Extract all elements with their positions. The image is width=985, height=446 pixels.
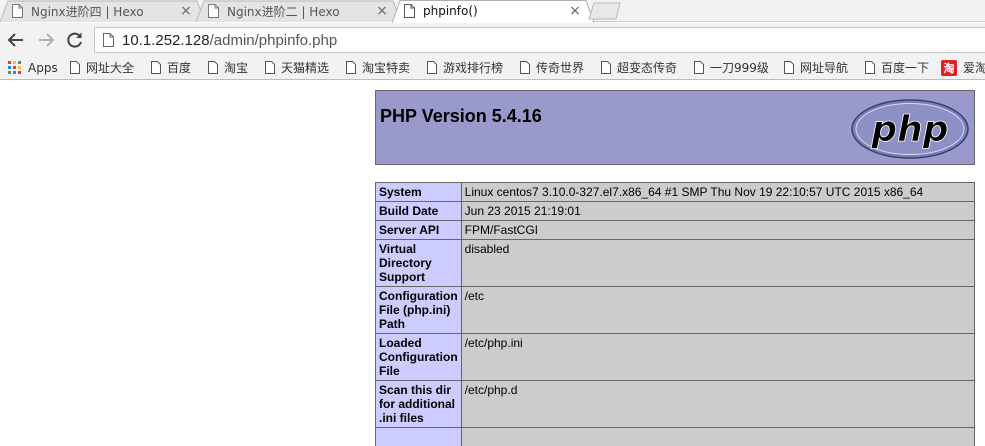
url-text[interactable]: 10.1.252.128/admin/phpinfo.php [122,32,337,49]
back-arrow-icon [7,33,23,47]
table-row: System Linux centos7 3.10.0-327.el7.x86_… [375,182,976,202]
forward-button[interactable] [35,29,57,51]
table-row: Build Date Jun 23 2015 21:19:01 [375,201,976,221]
apps-grid-icon [8,61,21,74]
row-value: disabled [460,239,976,287]
table-row: Scan this dir for additional .ini files … [375,380,976,428]
row-key: Configuration File (php.ini) Path [375,286,462,334]
page-icon [208,4,219,18]
tab-title: Nginx进阶四 | Hexo [31,4,144,19]
page-icon [784,61,794,74]
page-icon [151,61,161,74]
page-icon [865,61,875,74]
bookmark-item[interactable]: 网址大全 [70,56,134,79]
table-row: Virtual Directory Support disabled [375,239,976,287]
table-row-partial [375,427,976,446]
row-key: Server API [375,220,462,240]
php-logo: php [851,99,969,159]
bookmark-item[interactable]: 百度一下 [865,56,929,79]
row-value: Jun 23 2015 21:19:01 [460,201,976,221]
row-value: /etc [460,286,976,334]
url-host: 10.1.252.128 [122,31,210,49]
bookmark-item[interactable]: 淘宝 [208,56,248,79]
bookmark-item[interactable]: 一刀999级 [694,56,769,79]
bookmark-label: 一刀999级 [710,61,769,75]
bookmark-item[interactable]: 超变态传奇 [601,56,677,79]
close-tab-icon[interactable]: × [179,4,193,18]
close-tab-icon[interactable]: × [375,4,389,18]
reload-icon [67,32,82,48]
tab-title: Nginx进阶二 | Hexo [227,4,340,19]
bookmark-label: 淘宝 [224,61,249,75]
row-value: FPM/FastCGI [460,220,976,240]
tab-nginx-2[interactable]: Nginx进阶二 | Hexo × [196,0,401,22]
table-row: Loaded Configuration File /etc/php.ini [375,333,976,381]
tab-strip: Nginx进阶四 | Hexo × Nginx进阶二 | Hexo × phpi… [0,0,985,23]
tab-title: phpinfo() [423,4,478,18]
page-content: PHP Version 5.4.16 php System Linux cent… [0,80,985,446]
reload-button[interactable] [64,29,86,51]
row-key [375,427,462,446]
php-logo-text: php [870,109,948,150]
bookmark-apps[interactable]: Apps [8,56,58,79]
phpinfo-table: System Linux centos7 3.10.0-327.el7.x86_… [375,182,976,446]
bookmark-label: Apps [28,60,58,75]
bookmark-item[interactable]: 淘宝特卖 [346,56,410,79]
page-icon [70,61,80,74]
page-icon [346,61,356,74]
table-row: Server API FPM/FastCGI [375,220,976,240]
tao-icon: 淘 [941,59,957,76]
bookmark-label: 游戏排行榜 [443,61,504,75]
row-value: /etc/php.ini [460,333,976,381]
page-icon [265,61,275,74]
page-icon [427,61,437,74]
page-icon [208,61,218,74]
table-row: Configuration File (php.ini) Path /etc [375,286,976,334]
tab-phpinfo[interactable]: phpinfo() × [392,0,594,23]
page-info-icon[interactable] [103,33,114,47]
bookmark-label: 爱淘 [963,61,985,75]
row-key: System [375,182,462,202]
page-icon [694,61,704,74]
bookmark-item[interactable]: 网址导航 [784,56,848,79]
address-bar[interactable]: 10.1.252.128/admin/phpinfo.php [94,27,985,53]
row-key: Build Date [375,201,462,221]
close-tab-icon[interactable]: × [568,4,582,18]
bookmark-label: 传奇世界 [536,61,585,75]
url-path: /admin/phpinfo.php [209,31,338,49]
row-key: Virtual Directory Support [375,239,462,287]
bookmark-label: 网址大全 [86,61,135,75]
new-tab-button[interactable] [588,2,622,20]
row-key: Scan this dir for additional .ini files [375,380,462,428]
bookmark-label: 超变态传奇 [617,61,678,75]
php-version-title: PHP Version 5.4.16 [380,106,542,126]
bookmark-item[interactable]: 传奇世界 [520,56,584,79]
row-value: /etc/php.d [460,380,976,428]
page-icon [520,61,530,74]
page-icon [12,4,23,18]
bookmark-item[interactable]: 天猫精选 [265,56,329,79]
row-value [460,427,976,446]
bookmark-item[interactable]: 游戏排行榜 [427,56,503,79]
row-value: Linux centos7 3.10.0-327.el7.x86_64 #1 S… [460,182,976,202]
bookmark-item[interactable]: 淘 爱淘 [941,56,985,79]
page-icon [404,4,415,18]
forward-arrow-icon [39,33,55,47]
bookmark-label: 百度 [167,61,192,75]
page-icon [601,61,611,74]
row-key: Loaded Configuration File [375,333,462,381]
bookmark-label: 天猫精选 [281,61,330,75]
bookmarks-bar: Apps 网址大全 百度 淘宝 天猫精选 淘宝特卖 游戏排行榜 传奇世界 超变态… [0,56,985,80]
tab-nginx-4[interactable]: Nginx进阶四 | Hexo × [0,0,205,22]
php-version-header: PHP Version 5.4.16 php [375,90,975,165]
bookmark-label: 百度一下 [881,61,930,75]
bookmark-label: 淘宝特卖 [362,61,411,75]
bookmark-item[interactable]: 百度 [151,56,191,79]
back-button[interactable] [5,29,27,51]
bookmark-label: 网址导航 [800,61,849,75]
